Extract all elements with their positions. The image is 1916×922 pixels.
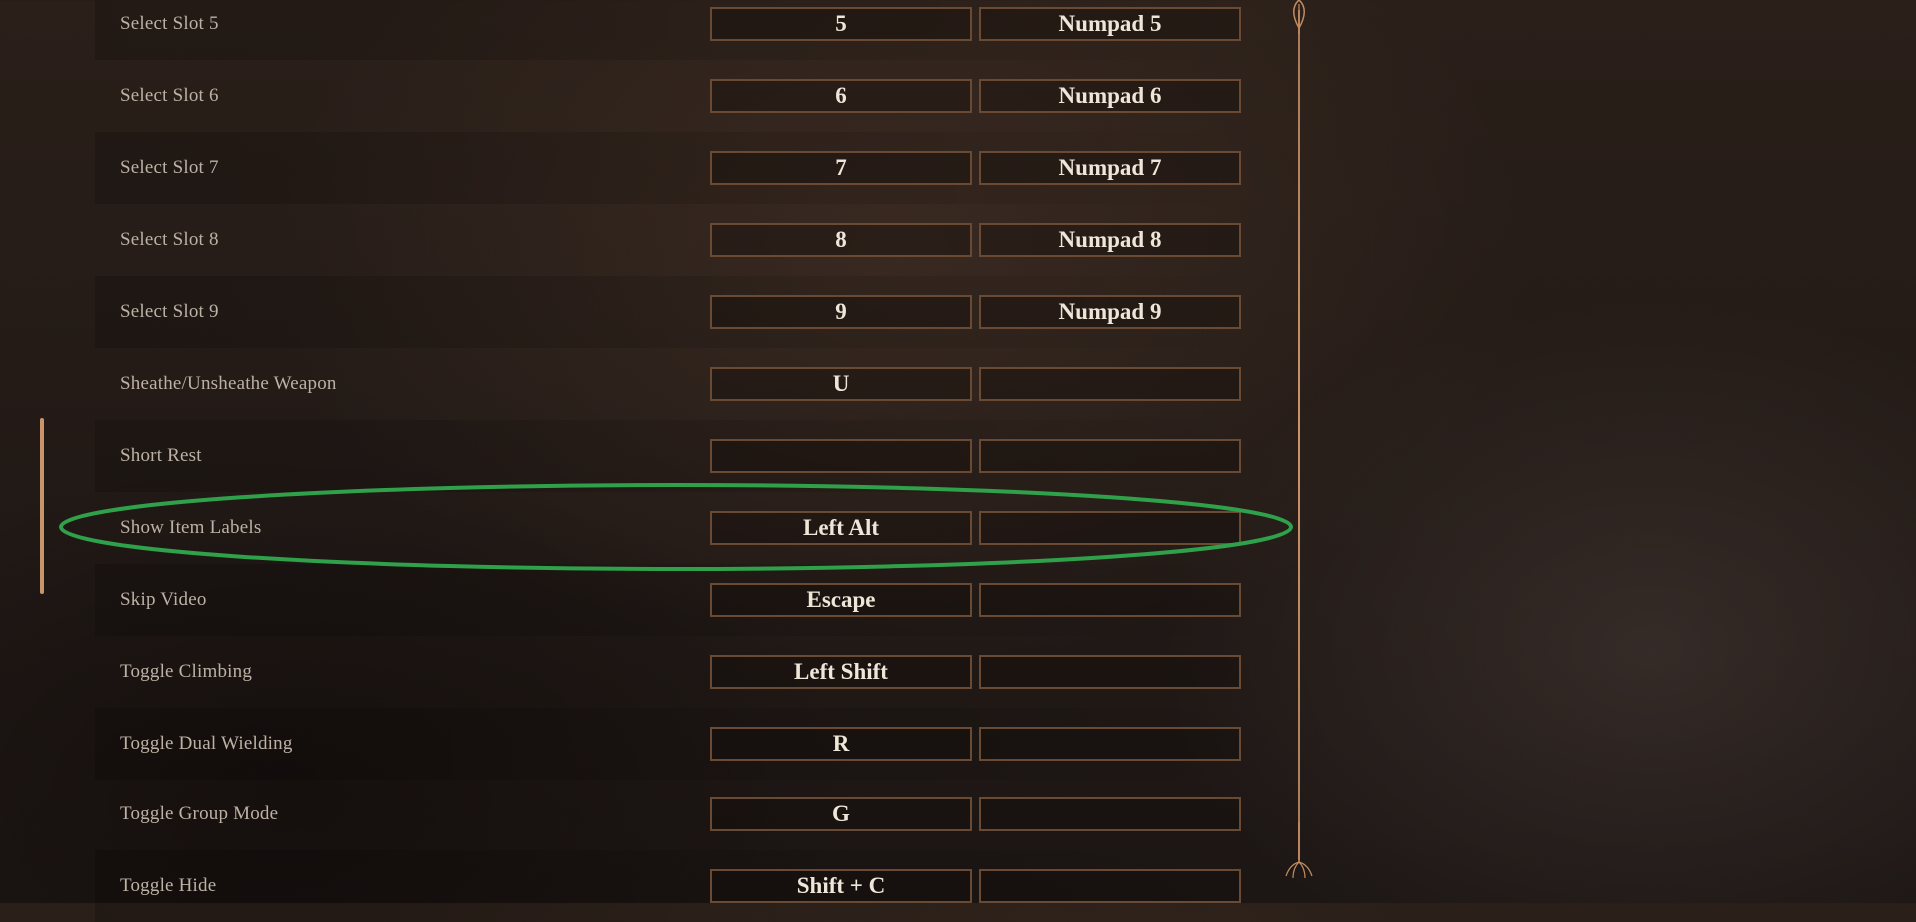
keybinding-row[interactable]: Sheathe/Unsheathe Weapon U (95, 348, 1255, 420)
action-label: Sheathe/Unsheathe Weapon (120, 373, 337, 394)
action-label: Skip Video (120, 589, 207, 610)
primary-key-button[interactable]: U (710, 367, 972, 401)
action-label: Select Slot 6 (120, 85, 219, 106)
primary-key-button[interactable]: Shift + C (710, 869, 972, 903)
keybinding-row[interactable]: Select Slot 9 9 Numpad 9 (95, 276, 1255, 348)
action-label: Toggle Dual Wielding (120, 733, 293, 754)
secondary-key-button[interactable] (979, 583, 1241, 617)
primary-key-button[interactable]: R (710, 727, 972, 761)
keybinding-list: Select Slot 5 5 Numpad 5 Select Slot 6 6… (0, 0, 1296, 922)
action-label: Short Rest (120, 445, 202, 466)
secondary-key-button[interactable]: Numpad 6 (979, 79, 1241, 113)
action-label: Toggle Climbing (120, 661, 253, 682)
keybinding-row[interactable]: Select Slot 7 7 Numpad 7 (95, 132, 1255, 204)
primary-key-button[interactable]: Left Alt (710, 511, 972, 545)
keybinding-row[interactable]: Short Rest (95, 420, 1255, 492)
secondary-key-button[interactable] (979, 727, 1241, 761)
scrollbar-track[interactable] (1298, 10, 1300, 860)
action-label: Show Item Labels (120, 517, 262, 538)
secondary-key-button[interactable] (979, 511, 1241, 545)
primary-key-button[interactable]: G (710, 797, 972, 831)
action-label: Toggle Group Mode (120, 803, 279, 824)
primary-key-button[interactable]: Left Shift (710, 655, 972, 689)
scrollbar-top-ornament-icon (1293, 0, 1305, 34)
secondary-key-button[interactable] (979, 655, 1241, 689)
secondary-key-button[interactable] (979, 439, 1241, 473)
primary-key-button[interactable]: 7 (710, 151, 972, 185)
scrollbar[interactable] (1285, 0, 1313, 880)
secondary-key-button[interactable] (979, 367, 1241, 401)
primary-key-button[interactable]: Escape (710, 583, 972, 617)
secondary-key-button[interactable]: Numpad 8 (979, 223, 1241, 257)
secondary-key-button[interactable]: Numpad 7 (979, 151, 1241, 185)
keybinding-row[interactable]: Toggle Climbing Left Shift (95, 636, 1255, 708)
keybinding-row[interactable]: Select Slot 6 6 Numpad 6 (95, 60, 1255, 132)
primary-key-button[interactable]: 6 (710, 79, 972, 113)
action-label: Toggle Hide (120, 875, 217, 896)
keybinding-row-highlighted[interactable]: Show Item Labels Left Alt (95, 492, 1255, 564)
primary-key-button[interactable]: 9 (710, 295, 972, 329)
keybinding-row[interactable]: Skip Video Escape (95, 564, 1255, 636)
primary-key-button[interactable]: 5 (710, 7, 972, 41)
secondary-key-button[interactable] (979, 869, 1241, 903)
action-label: Select Slot 7 (120, 157, 219, 178)
keybinding-row[interactable]: Select Slot 8 8 Numpad 8 (95, 204, 1255, 276)
keybinding-row[interactable]: Toggle Dual Wielding R (95, 708, 1255, 780)
scrollbar-bottom-ornament-icon (1285, 822, 1313, 878)
keybinding-row[interactable]: Select Slot 5 5 Numpad 5 (95, 0, 1255, 60)
keybinding-row[interactable]: Toggle Group Mode G (95, 778, 1255, 850)
action-label: Select Slot 5 (120, 13, 219, 34)
action-label: Select Slot 9 (120, 301, 219, 322)
primary-key-button[interactable]: 8 (710, 223, 972, 257)
primary-key-button[interactable] (710, 439, 972, 473)
action-label: Select Slot 8 (120, 229, 219, 250)
secondary-key-button[interactable]: Numpad 5 (979, 7, 1241, 41)
keybinding-row[interactable]: Toggle Hide Shift + C (95, 850, 1255, 922)
section-indicator-bar (40, 418, 44, 594)
secondary-key-button[interactable]: Numpad 9 (979, 295, 1241, 329)
secondary-key-button[interactable] (979, 797, 1241, 831)
